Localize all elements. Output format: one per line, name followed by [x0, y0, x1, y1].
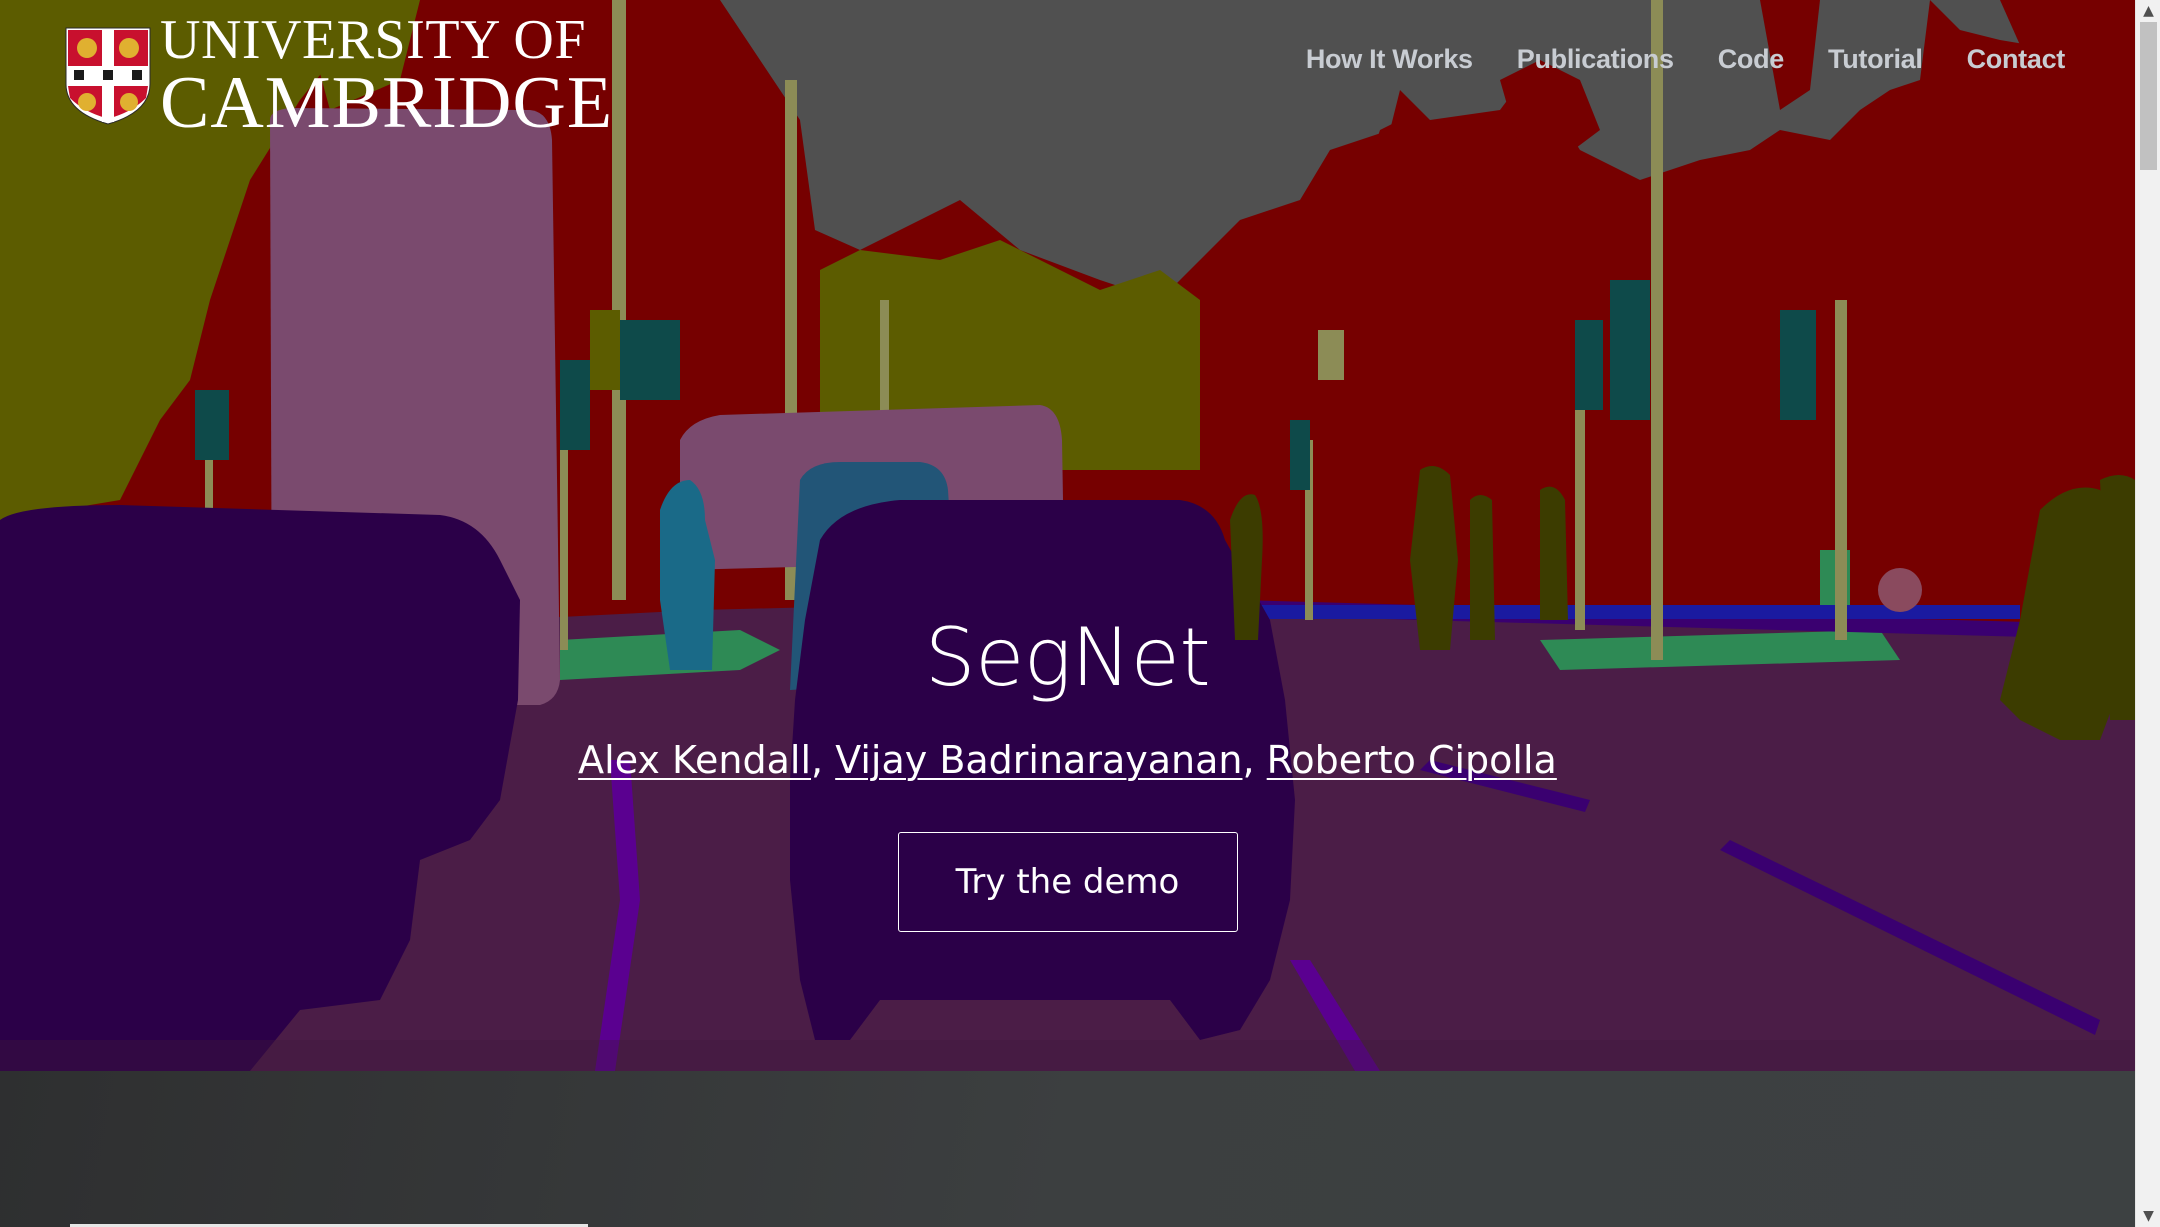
scroll-up-icon[interactable]: ▲	[2136, 0, 2160, 22]
hero-section: UNIVERSITY OF CAMBRIDGE How It Works Pub…	[0, 0, 2135, 1071]
author-link-cipolla[interactable]: Roberto Cipolla	[1267, 738, 1557, 782]
author-link-kendall[interactable]: Alex Kendall	[578, 738, 811, 782]
logo-wordmark: UNIVERSITY OF CAMBRIDGE	[160, 12, 613, 140]
scroll-down-icon[interactable]: ▼	[2136, 1205, 2160, 1227]
author-separator: ,	[811, 738, 824, 782]
nav-contact[interactable]: Contact	[1967, 44, 2066, 75]
nav-code[interactable]: Code	[1718, 44, 1785, 75]
vertical-scrollbar[interactable]: ▲ ▼	[2135, 0, 2160, 1227]
page-title: SegNet	[924, 611, 1211, 704]
logo-line-1: UNIVERSITY OF	[160, 9, 586, 71]
nav-how-it-works[interactable]: How It Works	[1306, 44, 1473, 75]
scroll-thumb[interactable]	[2140, 22, 2157, 170]
logo-line-2: CAMBRIDGE	[160, 62, 614, 144]
author-link-badrinarayanan[interactable]: Vijay Badrinarayanan	[835, 738, 1242, 782]
hero-content: SegNet Alex Kendall, Vijay Badrinarayana…	[0, 618, 2135, 932]
university-logo[interactable]: UNIVERSITY OF CAMBRIDGE	[64, 12, 613, 140]
page-viewport: UNIVERSITY OF CAMBRIDGE How It Works Pub…	[0, 0, 2135, 1227]
content-section	[0, 1071, 2135, 1227]
try-demo-button[interactable]: Try the demo	[897, 831, 1238, 932]
nav-publications[interactable]: Publications	[1517, 44, 1674, 75]
nav-tutorial[interactable]: Tutorial	[1828, 44, 1923, 75]
crest-icon	[65, 27, 151, 125]
author-separator: ,	[1242, 738, 1255, 782]
author-list: Alex Kendall, Vijay Badrinarayanan, Robe…	[0, 738, 2135, 784]
main-nav: How It Works Publications Code Tutorial …	[1306, 44, 2065, 75]
